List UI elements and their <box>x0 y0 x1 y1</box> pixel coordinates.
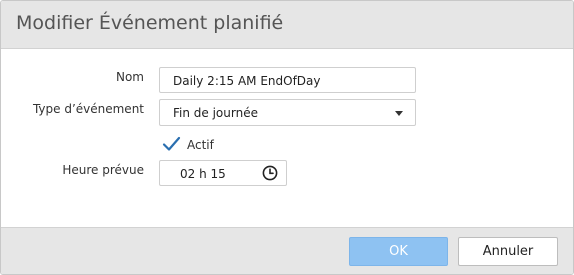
name-label: Nom <box>115 70 144 84</box>
cancel-button[interactable]: Annuler <box>458 237 558 266</box>
edit-scheduled-event-dialog: Modifier Événement planifié Nom Daily 2:… <box>0 0 574 275</box>
ok-button[interactable]: OK <box>349 237 448 266</box>
name-input-value: Daily 2:15 AM EndOfDay <box>173 74 321 88</box>
dialog-footer: OK Annuler <box>1 227 573 274</box>
chevron-down-icon <box>395 111 403 116</box>
dialog-title: Modifier Événement planifié <box>16 12 284 34</box>
event-type-selected-value: Fin de journée <box>173 106 258 120</box>
active-checkbox[interactable] <box>161 134 181 154</box>
dialog-header: Modifier Événement planifié <box>1 1 573 49</box>
time-input[interactable]: 02 h 15 <box>159 160 287 186</box>
time-input-value: 02 h 15 <box>180 167 226 181</box>
name-input[interactable]: Daily 2:15 AM EndOfDay <box>159 67 416 93</box>
time-label: Heure prévue <box>62 163 144 177</box>
event-type-label: Type d’événement <box>32 102 144 116</box>
clock-icon[interactable] <box>262 165 278 181</box>
event-type-select[interactable]: Fin de journée <box>159 99 416 126</box>
checkmark-icon <box>162 136 181 151</box>
active-label: Actif <box>187 138 214 152</box>
